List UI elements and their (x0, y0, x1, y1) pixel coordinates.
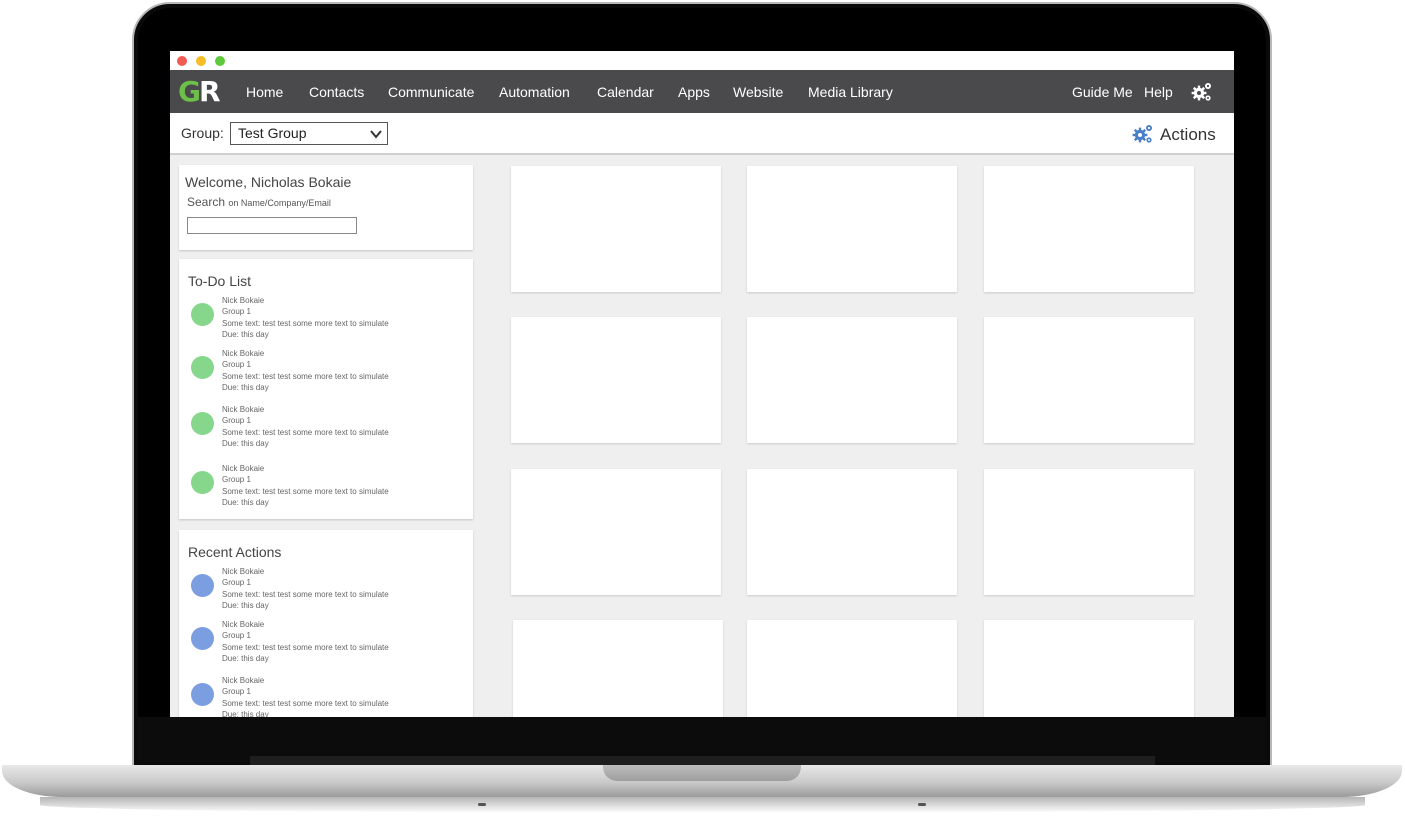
recent-name: Nick Bokaie (222, 676, 265, 685)
group-select-value: Test Group (238, 125, 307, 141)
recent-actions-title: Recent Actions (188, 544, 282, 560)
nav-apps[interactable]: Apps (678, 83, 710, 101)
nav-help[interactable]: Help (1144, 83, 1173, 101)
status-dot-icon (191, 574, 214, 597)
nav-contacts[interactable]: Contacts (309, 83, 364, 101)
search-label-text: Search (187, 195, 226, 209)
todo-text: Some text: test test some more text to s… (222, 371, 389, 381)
dashboard-card[interactable] (747, 469, 957, 595)
welcome-panel: Welcome, Nicholas Bokaie Search on Name/… (179, 165, 473, 250)
todo-title: To-Do List (188, 273, 252, 289)
nav-home[interactable]: Home (246, 83, 283, 101)
dashboard-card[interactable] (984, 317, 1194, 443)
dashboard-card[interactable] (747, 166, 957, 292)
group-label: Group: (181, 125, 224, 141)
todo-due: Due: this day (222, 438, 269, 448)
recent-due: Due: this day (222, 600, 269, 610)
status-dot-icon (191, 356, 214, 379)
logo[interactable]: GR (178, 75, 221, 108)
recent-name: Nick Bokaie (222, 620, 265, 629)
minimize-window-button[interactable] (196, 56, 206, 66)
recent-due: Due: this day (222, 653, 269, 663)
nav-communicate[interactable]: Communicate (388, 83, 474, 101)
recent-action-item[interactable]: Nick Bokaie Group 1 Some text: test test… (189, 619, 469, 665)
search-input[interactable] (187, 217, 357, 234)
dashboard-card[interactable] (511, 166, 721, 292)
gears-icon (1132, 125, 1152, 143)
screen: GR Home Contacts Communicate Automation … (170, 51, 1234, 717)
status-dot-icon (191, 627, 214, 650)
todo-text: Some text: test test some more text to s… (222, 427, 389, 437)
recent-due: Due: this day (222, 709, 269, 717)
nav-guide-me[interactable]: Guide Me (1072, 83, 1133, 101)
todo-group: Group 1 (222, 416, 251, 426)
todo-name: Nick Bokaie (222, 349, 265, 358)
nav-website[interactable]: Website (733, 83, 783, 101)
recent-group: Group 1 (222, 687, 251, 697)
welcome-title: Welcome, Nicholas Bokaie (185, 174, 352, 190)
recent-text: Some text: test test some more text to s… (222, 642, 389, 652)
dashboard-card[interactable] (984, 620, 1194, 717)
nav-media-library[interactable]: Media Library (808, 83, 893, 101)
recent-name: Nick Bokaie (222, 567, 265, 576)
todo-item[interactable]: Nick Bokaie Group 1 Some text: test test… (189, 348, 469, 394)
laptop-foot (478, 803, 486, 806)
logo-letter-g: G (178, 75, 201, 108)
laptop-foot (918, 803, 926, 806)
maximize-window-button[interactable] (215, 56, 225, 66)
dashboard-card[interactable] (747, 317, 957, 443)
chevron-down-icon (370, 130, 382, 139)
gear-icon[interactable] (1191, 81, 1213, 103)
todo-group: Group 1 (222, 475, 251, 485)
close-window-button[interactable] (177, 56, 187, 66)
actions-label: Actions (1160, 125, 1216, 144)
todo-due: Due: this day (222, 382, 269, 392)
todo-due: Due: this day (222, 497, 269, 507)
logo-letter-r: R (198, 75, 221, 108)
todo-name: Nick Bokaie (222, 405, 265, 414)
toolbar: Group: Test Group Actions (170, 113, 1234, 155)
search-label: Search on Name/Company/Email (187, 195, 331, 209)
window-titlebar (170, 51, 1234, 70)
recent-text: Some text: test test some more text to s… (222, 698, 389, 708)
recent-text: Some text: test test some more text to s… (222, 589, 389, 599)
todo-text: Some text: test test some more text to s… (222, 486, 389, 496)
todo-panel: To-Do List Nick Bokaie Group 1 Some text… (179, 259, 473, 519)
search-hint: on Name/Company/Email (228, 198, 331, 208)
nav-calendar[interactable]: Calendar (597, 83, 654, 101)
status-dot-icon (191, 303, 214, 326)
recent-action-item[interactable]: Nick Bokaie Group 1 Some text: test test… (189, 566, 469, 612)
recent-group: Group 1 (222, 631, 251, 641)
recent-action-item[interactable]: Nick Bokaie Group 1 Some text: test test… (189, 675, 469, 717)
todo-group: Group 1 (222, 360, 251, 370)
main-nav: GR Home Contacts Communicate Automation … (170, 70, 1234, 113)
todo-item[interactable]: Nick Bokaie Group 1 Some text: test test… (189, 295, 469, 341)
todo-item[interactable]: Nick Bokaie Group 1 Some text: test test… (189, 404, 469, 450)
dashboard-card[interactable] (511, 469, 721, 595)
dashboard-card[interactable] (513, 620, 723, 717)
todo-due: Due: this day (222, 329, 269, 339)
laptop-notch (603, 765, 801, 781)
status-dot-icon (191, 412, 214, 435)
recent-group: Group 1 (222, 578, 251, 588)
status-dot-icon (191, 471, 214, 494)
dashboard-card[interactable] (984, 166, 1194, 292)
laptop-shadow (40, 797, 1365, 813)
group-select[interactable]: Test Group (230, 122, 388, 145)
todo-name: Nick Bokaie (222, 464, 265, 473)
nav-automation[interactable]: Automation (499, 83, 570, 101)
dashboard-card[interactable] (511, 317, 721, 443)
dashboard-card[interactable] (984, 469, 1194, 595)
dashboard-card[interactable] (747, 620, 957, 717)
todo-group: Group 1 (222, 307, 251, 317)
todo-item[interactable]: Nick Bokaie Group 1 Some text: test test… (189, 463, 469, 509)
status-dot-icon (191, 683, 214, 706)
todo-text: Some text: test test some more text to s… (222, 318, 389, 328)
todo-name: Nick Bokaie (222, 296, 265, 305)
recent-actions-panel: Recent Actions Nick Bokaie Group 1 Some … (179, 530, 473, 717)
